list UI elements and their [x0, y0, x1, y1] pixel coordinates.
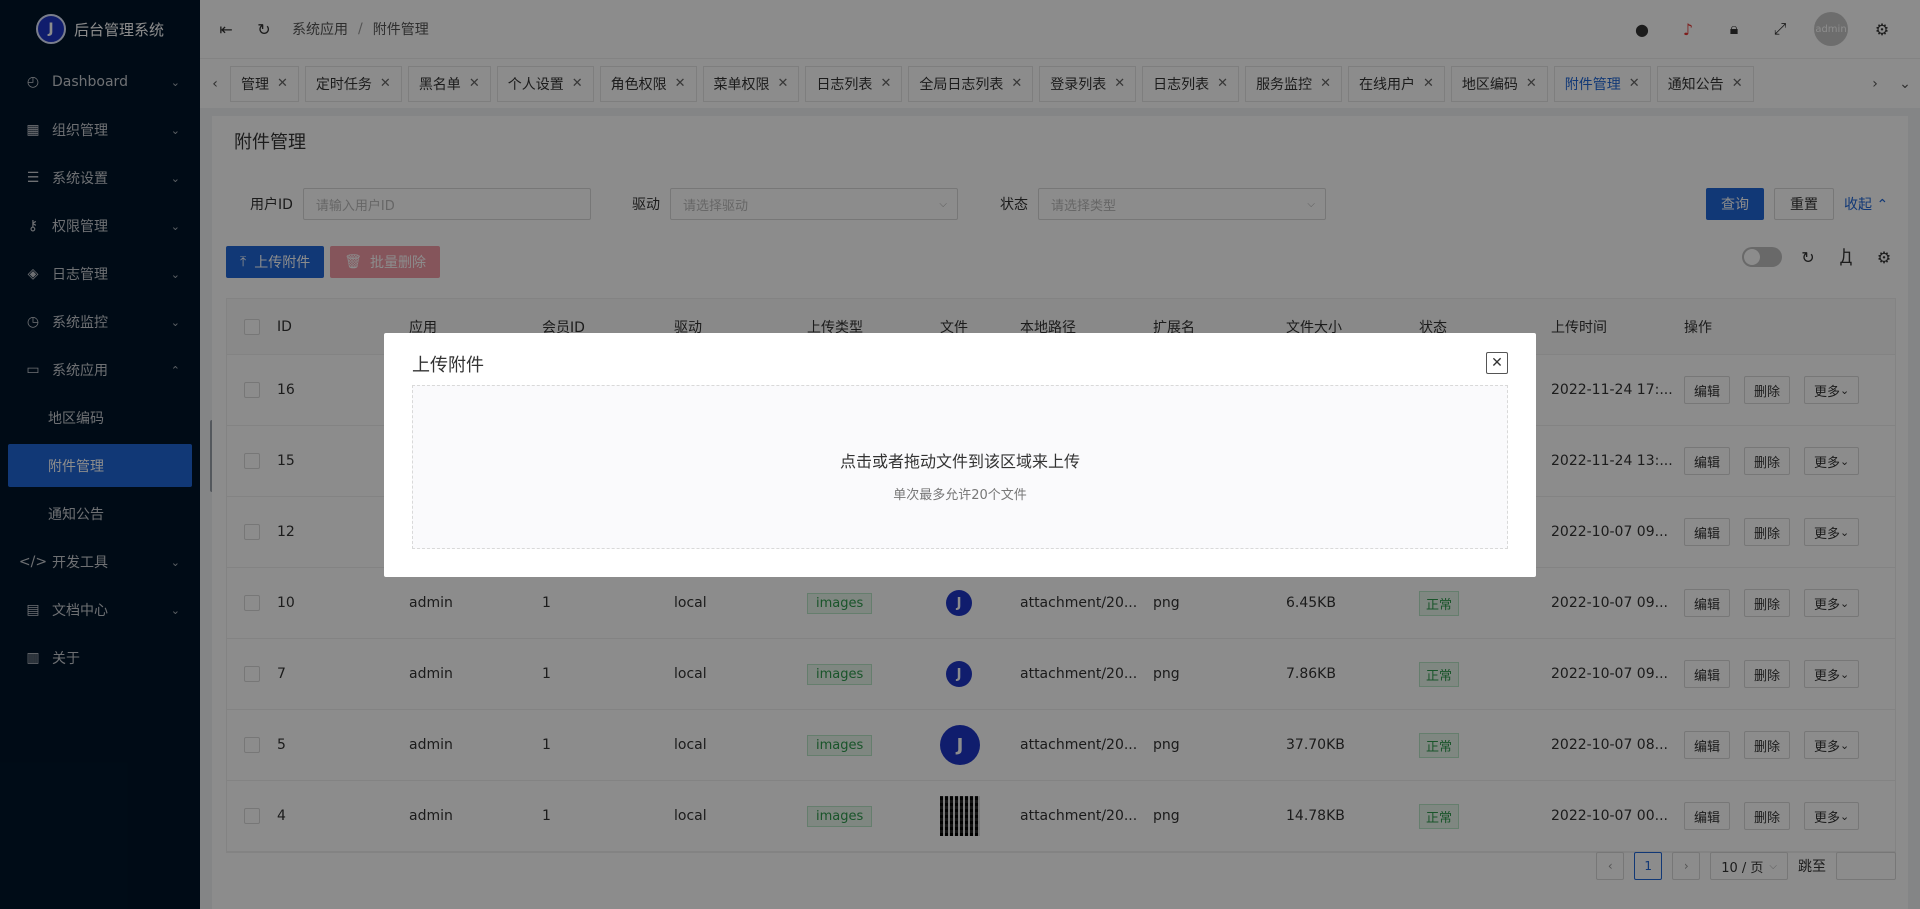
upload-dialog: 上传附件 ✕ 点击或者拖动文件到该区域来上传 单次最多允许20个文件 [384, 333, 1536, 577]
dropzone-text: 点击或者拖动文件到该区域来上传 [839, 451, 1080, 471]
dropzone-hint: 单次最多允许20个文件 [893, 487, 1027, 503]
dialog-title: 上传附件 [412, 355, 484, 376]
close-icon[interactable]: ✕ [1486, 352, 1508, 374]
upload-dropzone[interactable]: 点击或者拖动文件到该区域来上传 单次最多允许20个文件 [412, 385, 1508, 549]
